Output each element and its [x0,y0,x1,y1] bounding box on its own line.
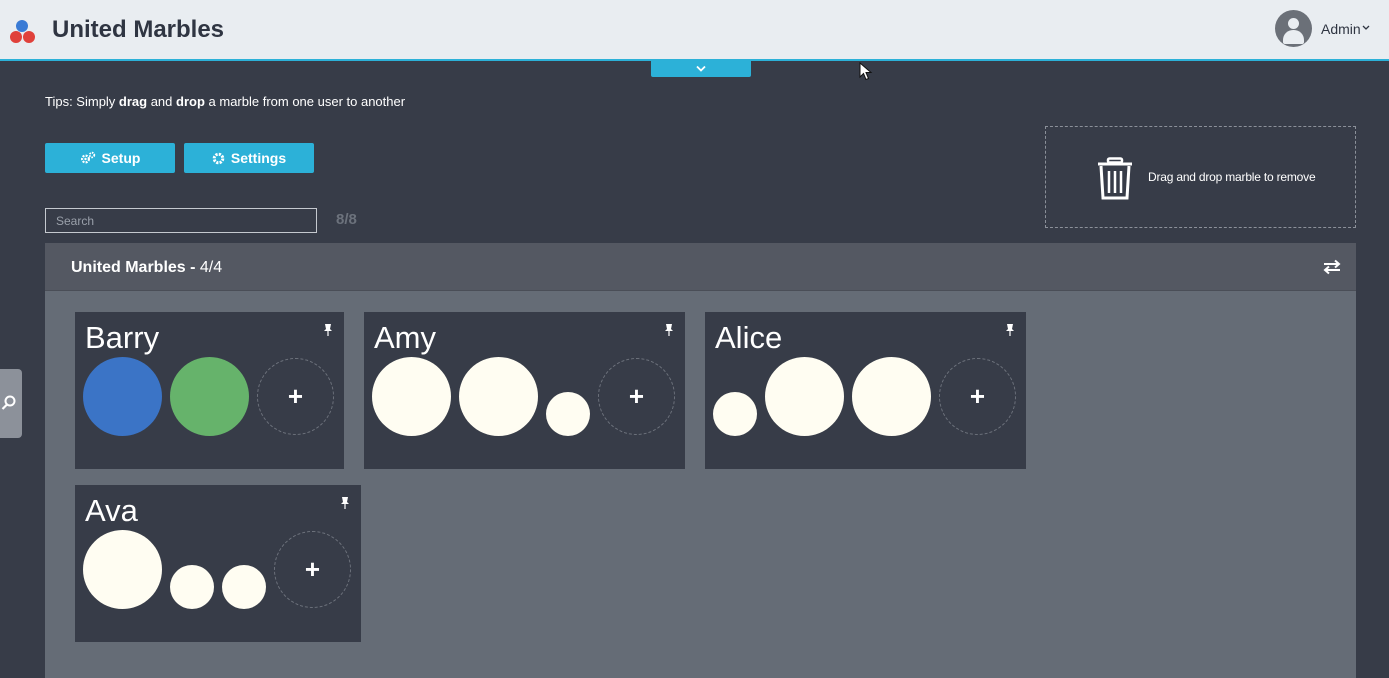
pin-icon[interactable] [1005,324,1015,336]
tips-text: Tips: Simply drag and drop a marble from… [45,94,405,109]
tips-drop: drop [176,94,205,109]
chevron-down-icon[interactable] [1362,24,1370,32]
pin-icon[interactable] [664,324,674,336]
pin-icon[interactable] [340,497,350,509]
user-card-barry: Barry + [75,312,344,469]
company-separator: - [185,259,200,276]
logo-dot-red [10,31,22,43]
chevron-down-icon [696,65,706,72]
settings-button-label: Settings [230,150,287,166]
user-name: Alice [715,320,783,355]
user-name: Amy [374,320,436,355]
user-avatar-icon[interactable] [1275,10,1312,47]
swap-icon[interactable] [1323,259,1341,275]
result-count: 8/8 [336,211,357,228]
tips-drag: drag [118,94,148,109]
company-name: United Marbles [71,259,186,276]
user-card-alice: Alice + [705,312,1026,469]
app-title: United Marbles [52,16,225,43]
tips-suffix: a marble from one user to another [204,94,406,109]
marble[interactable] [852,357,931,436]
settings-button[interactable]: Settings [184,143,314,173]
side-search-tab[interactable] [0,369,22,438]
tips-prefix: Tips: Simply [45,94,119,109]
user-card-amy: Amy + [364,312,685,469]
marble[interactable] [83,530,162,609]
marble[interactable] [765,357,844,436]
company-count: 4/4 [199,259,223,276]
marble[interactable] [83,357,162,436]
gears-icon [80,151,95,164]
app-logo [10,18,38,46]
top-header: United Marbles Admin [0,0,1389,61]
setup-button-label: Setup [101,150,141,166]
search-icon [1,395,16,410]
add-marble-button[interactable]: + [598,358,675,435]
logo-dot-red [23,31,35,43]
marble[interactable] [170,565,214,609]
user-card-ava: Ava + [75,485,361,642]
marble[interactable] [170,357,249,436]
marble[interactable] [459,357,538,436]
pin-icon[interactable] [323,324,333,336]
company-title: United Marbles - 4/4 [71,259,222,277]
gear-icon [212,152,225,164]
marble[interactable] [546,392,590,436]
user-name: Ava [85,493,138,528]
trash-icon [1098,157,1132,200]
marble[interactable] [713,392,757,436]
marble[interactable] [372,357,451,436]
logo-dot-blue [16,20,28,32]
user-menu-label[interactable]: Admin [1321,21,1361,37]
drawer-toggle-button[interactable] [651,61,751,77]
add-marble-button[interactable]: + [257,358,334,435]
add-marble-button[interactable]: + [274,531,351,608]
trash-drop-zone[interactable]: Drag and drop marble to remove [1045,126,1356,228]
tips-and: and [147,94,177,109]
setup-button[interactable]: Setup [45,143,175,173]
user-name: Barry [85,320,160,355]
add-marble-button[interactable]: + [939,358,1016,435]
company-panel-header: United Marbles - 4/4 [45,243,1356,291]
mouse-cursor-icon [859,62,873,81]
search-input[interactable] [45,208,317,233]
marble[interactable] [222,565,266,609]
trash-label: Drag and drop marble to remove [1148,170,1316,184]
